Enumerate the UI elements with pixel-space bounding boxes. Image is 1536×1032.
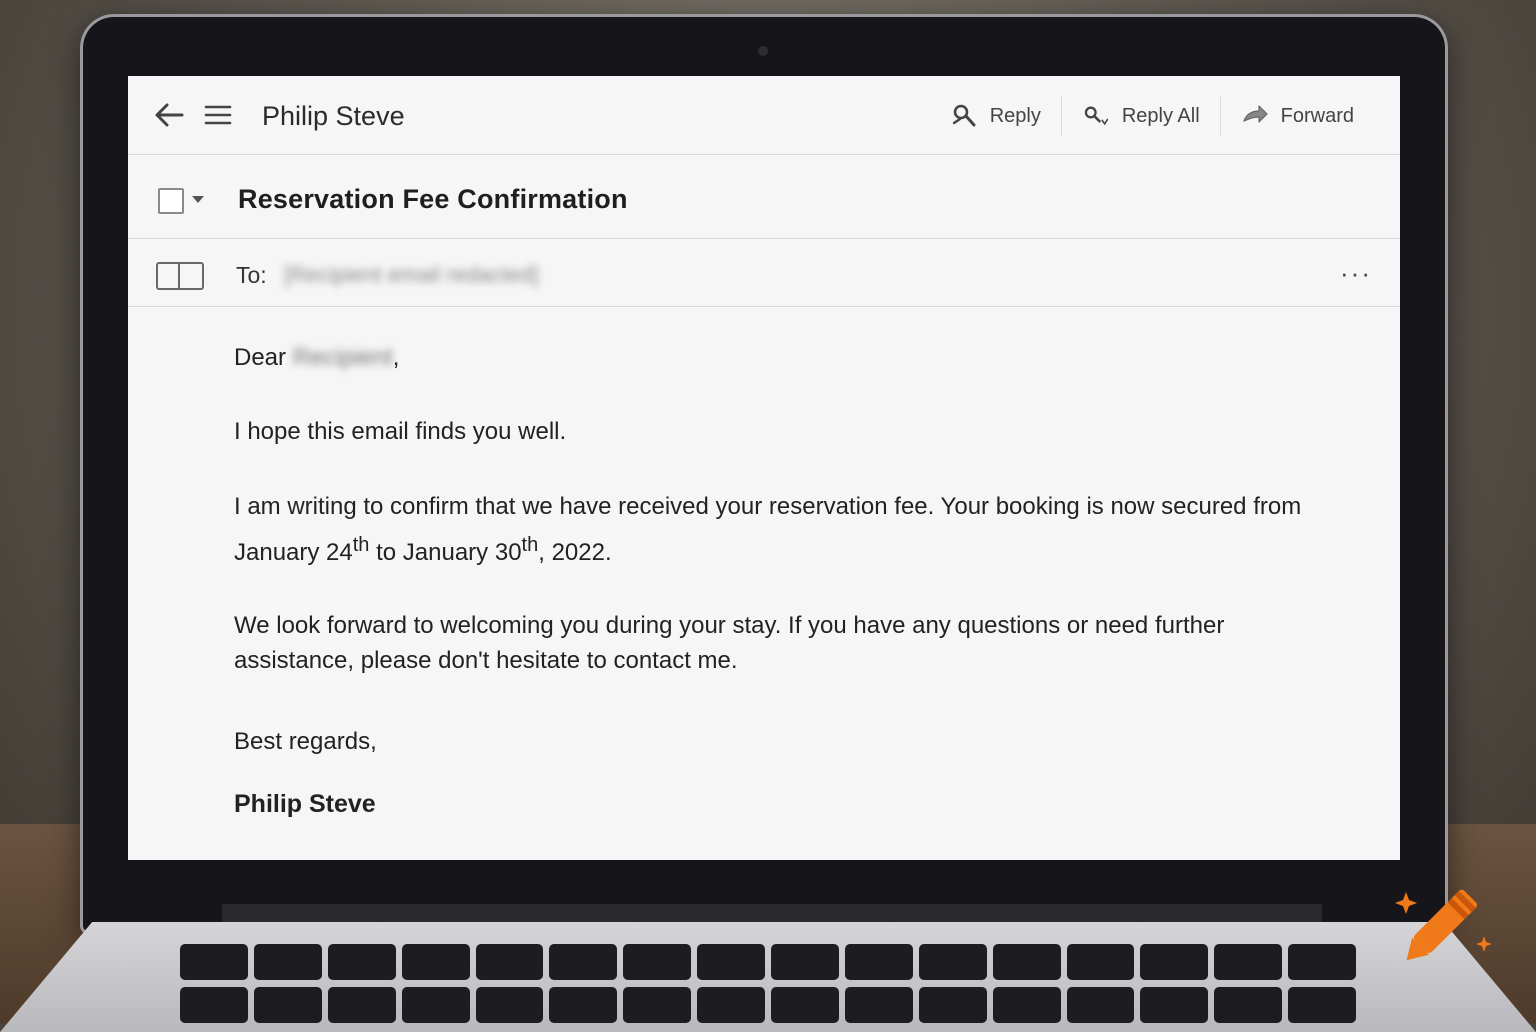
key xyxy=(771,987,839,1023)
key xyxy=(918,987,987,1023)
key xyxy=(623,944,692,980)
crayon-logo-icon xyxy=(1395,889,1492,961)
signature: Philip Steve xyxy=(234,790,376,818)
key xyxy=(1214,944,1283,980)
email-subject: Reservation Fee Confirmation xyxy=(238,184,628,214)
forward-label: Forward xyxy=(1280,104,1354,127)
webcam xyxy=(758,46,768,56)
key xyxy=(1140,987,1209,1023)
select-checkbox[interactable] xyxy=(158,188,184,214)
closing: Best regards, xyxy=(234,728,377,755)
forward-button[interactable]: Forward xyxy=(1219,96,1374,136)
keyboard xyxy=(180,944,1356,1024)
paragraph-2-part3: , 2022. xyxy=(538,539,612,566)
key xyxy=(992,987,1061,1023)
recipient-address[interactable]: [Recipient email redacted] xyxy=(284,262,538,288)
key xyxy=(992,944,1061,980)
paragraph-1: I hope this email finds you well. xyxy=(234,418,567,445)
reply-button[interactable]: Reply xyxy=(930,96,1061,136)
key xyxy=(844,944,913,980)
key xyxy=(549,987,618,1023)
key xyxy=(180,987,248,1023)
key xyxy=(401,944,470,980)
key xyxy=(401,987,470,1023)
forward-icon xyxy=(1243,105,1268,123)
more-options-button[interactable]: ··· xyxy=(1340,258,1372,289)
key xyxy=(475,944,544,980)
reply-all-icon xyxy=(1084,106,1108,126)
key xyxy=(253,944,322,980)
reply-all-button[interactable]: Reply All xyxy=(1060,96,1220,136)
key xyxy=(549,944,618,980)
key xyxy=(918,944,987,980)
sender-name: Philip Steve xyxy=(262,101,405,131)
email-screen: Philip Steve Reply Reply All Forward Res… xyxy=(128,76,1400,860)
key xyxy=(180,944,248,980)
key xyxy=(771,944,839,980)
greeting-name: Recipient xyxy=(292,344,393,371)
key xyxy=(327,944,396,980)
reply-all-label: Reply All xyxy=(1121,104,1200,127)
paragraph-2-sup1: th xyxy=(352,534,370,556)
email-actions: Reply Reply All Forward xyxy=(930,94,1374,138)
greeting: Dear Recipient, xyxy=(234,340,399,376)
contact-card-icon xyxy=(156,262,204,290)
reply-label: Reply xyxy=(989,104,1041,127)
key xyxy=(697,944,765,980)
key xyxy=(1288,987,1356,1023)
hamburger-menu-icon[interactable] xyxy=(204,104,232,126)
paragraph-2: I am writing to confirm that we have rec… xyxy=(234,488,1314,572)
key xyxy=(697,987,765,1023)
key xyxy=(844,987,913,1023)
reply-icon xyxy=(952,104,976,127)
to-label: To: xyxy=(236,262,267,288)
key xyxy=(253,987,322,1023)
key xyxy=(475,987,544,1023)
paragraph-2-sup2: th xyxy=(521,534,539,556)
key xyxy=(623,987,692,1023)
key xyxy=(1214,987,1283,1023)
key xyxy=(1066,987,1135,1023)
paragraph-2-part2: to January 30 xyxy=(369,539,522,566)
paragraph-3: We look forward to welcoming you during … xyxy=(234,612,1225,674)
back-arrow-icon[interactable] xyxy=(154,102,184,128)
key xyxy=(1288,944,1356,980)
key xyxy=(1066,944,1135,980)
email-toolbar: Philip Steve Reply Reply All Forward xyxy=(128,76,1400,155)
chevron-down-icon[interactable] xyxy=(192,196,204,203)
greeting-suffix: , xyxy=(392,344,400,371)
key xyxy=(1140,944,1209,980)
key xyxy=(327,987,396,1023)
greeting-prefix: Dear xyxy=(234,344,287,371)
